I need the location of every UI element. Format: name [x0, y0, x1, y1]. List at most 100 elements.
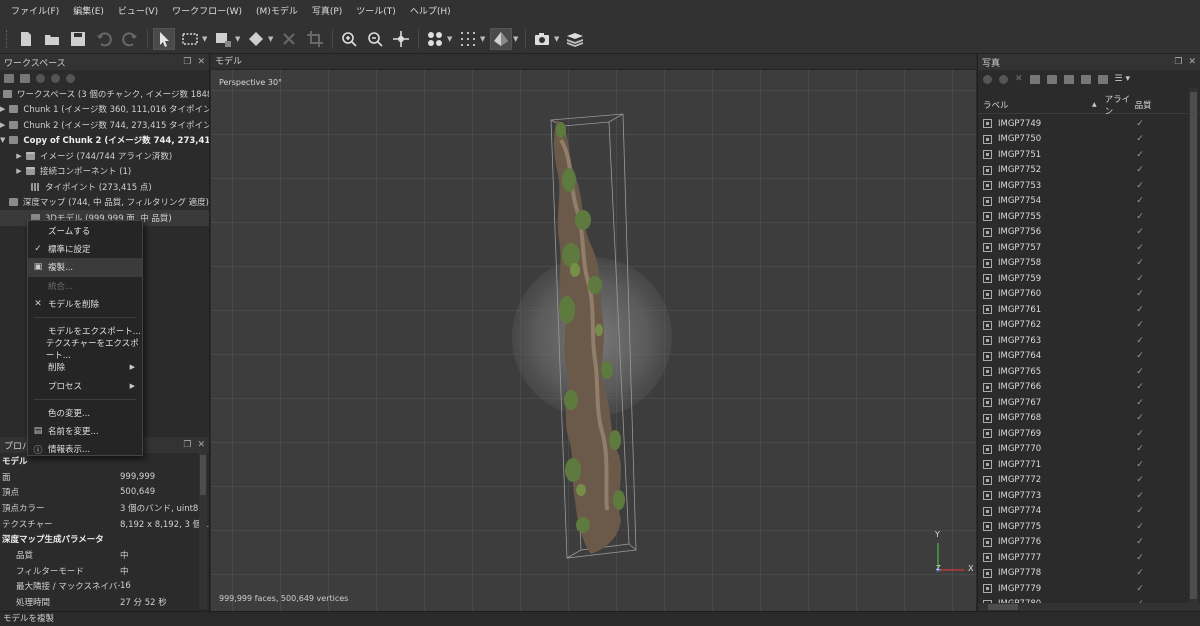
- reset-icon[interactable]: [999, 74, 1008, 84]
- menu-edit[interactable]: 編集(E): [66, 0, 111, 24]
- new-file-icon[interactable]: [15, 28, 37, 50]
- move-icon[interactable]: [390, 28, 412, 50]
- column-align[interactable]: アライン: [1105, 93, 1135, 117]
- menu-help[interactable]: ヘルプ(H): [403, 0, 458, 24]
- rotate-object-icon[interactable]: [245, 28, 267, 50]
- enable-icon[interactable]: [51, 73, 60, 83]
- masks-icon[interactable]: [1080, 74, 1091, 84]
- rotate-right-icon[interactable]: [1046, 74, 1057, 84]
- photo-row[interactable]: IMGP7758 ✓: [978, 256, 1188, 272]
- menu-model[interactable]: (M)モデル: [249, 0, 305, 24]
- remove-items-icon[interactable]: [36, 73, 45, 83]
- photo-row[interactable]: IMGP7752 ✓: [978, 163, 1188, 179]
- photo-row[interactable]: IMGP7750 ✓: [978, 132, 1188, 148]
- float-panel-icon[interactable]: ❐: [183, 440, 191, 450]
- grid-view-icon[interactable]: [1097, 74, 1108, 84]
- zoom-in-icon[interactable]: [338, 28, 360, 50]
- photo-row[interactable]: IMGP7763 ✓: [978, 333, 1188, 349]
- expand-arrow-icon[interactable]: ▶: [0, 121, 5, 129]
- add-chunk-icon[interactable]: [4, 73, 14, 83]
- point-cloud-icon[interactable]: [457, 28, 479, 50]
- photo-row[interactable]: IMGP7762 ✓: [978, 318, 1188, 334]
- disable-icon[interactable]: [66, 73, 75, 83]
- photo-row[interactable]: IMGP7765 ✓: [978, 364, 1188, 380]
- photo-row[interactable]: IMGP7760 ✓: [978, 287, 1188, 303]
- photo-row[interactable]: IMGP7757 ✓: [978, 240, 1188, 256]
- menu-item-duplicate[interactable]: ▣ 複製...: [28, 258, 142, 277]
- resize-region-icon[interactable]: [212, 28, 234, 50]
- photo-row[interactable]: IMGP7759 ✓: [978, 271, 1188, 287]
- menu-item-merge[interactable]: 統合...: [28, 277, 142, 295]
- layers-icon[interactable]: [564, 28, 586, 50]
- tree-item-chunk-2[interactable]: ▶Chunk 2 (イメージ数 744, 273,415 タイポイント) [T]: [0, 117, 209, 133]
- camera-icon[interactable]: [531, 28, 553, 50]
- menu-item-zoom[interactable]: ズームする: [28, 222, 142, 240]
- rectangle-selection-icon[interactable]: [179, 28, 201, 50]
- collapse-arrow-icon[interactable]: ▼: [0, 136, 5, 144]
- tree-item-depth-maps[interactable]: 深度マップ (744, 中 品質, フィルタリング 適度): [0, 195, 209, 211]
- photo-row[interactable]: IMGP7756 ✓: [978, 225, 1188, 241]
- chevron-down-icon[interactable]: ▼: [447, 35, 453, 43]
- photo-row[interactable]: IMGP7769 ✓: [978, 426, 1188, 442]
- photo-row[interactable]: IMGP7771 ✓: [978, 457, 1188, 473]
- tree-item-images[interactable]: ▶ イメージ (744/744 アライン済数): [0, 148, 209, 164]
- photo-row[interactable]: IMGP7776 ✓: [978, 535, 1188, 551]
- tree-item-components[interactable]: ▶ 接続コンポーネント (1): [0, 164, 209, 180]
- expand-arrow-icon[interactable]: ▶: [0, 105, 5, 113]
- navigation-cursor-icon[interactable]: [153, 27, 175, 50]
- menu-item-remove[interactable]: 削除 ▶: [28, 358, 142, 376]
- photo-row[interactable]: IMGP7755 ✓: [978, 209, 1188, 225]
- delete-selection-icon[interactable]: [278, 28, 300, 50]
- photo-row[interactable]: IMGP7764 ✓: [978, 349, 1188, 365]
- show-cameras-icon[interactable]: [424, 28, 446, 50]
- photos-h-scrollbar[interactable]: [978, 603, 1200, 611]
- photo-row[interactable]: IMGP7753 ✓: [978, 178, 1188, 194]
- photo-row[interactable]: IMGP7774 ✓: [978, 504, 1188, 520]
- photo-row[interactable]: IMGP7766 ✓: [978, 380, 1188, 396]
- menu-item-export-texture[interactable]: テクスチャーをエクスポート...: [28, 339, 142, 361]
- open-folder-icon[interactable]: [41, 28, 63, 50]
- chevron-down-icon[interactable]: ▼: [513, 35, 519, 43]
- menu-item-delete-model[interactable]: ✕ モデルを削除: [28, 295, 142, 313]
- menu-item-rename[interactable]: ▤ 名前を変更...: [28, 422, 142, 440]
- save-icon[interactable]: [67, 28, 89, 50]
- list-view-icon[interactable]: ☰ ▾: [1115, 74, 1130, 84]
- toolbar-grip[interactable]: [6, 29, 9, 48]
- expand-arrow-icon[interactable]: ▶: [14, 167, 24, 175]
- photo-row[interactable]: IMGP7767 ✓: [978, 395, 1188, 411]
- chevron-down-icon[interactable]: ▼: [268, 35, 274, 43]
- menu-item-set-default[interactable]: ✓ 標準に設定: [28, 240, 142, 258]
- crop-icon[interactable]: [304, 28, 326, 50]
- menu-photo[interactable]: 写真(P): [305, 0, 349, 24]
- tab-model[interactable]: モデル: [211, 54, 976, 70]
- float-panel-icon[interactable]: ❐: [1174, 57, 1182, 67]
- menu-tools[interactable]: ツール(T): [349, 0, 403, 24]
- tree-item-copy-of-chunk-2[interactable]: ▼Copy of Chunk 2 (イメージ数 744, 273,415 タイポ…: [0, 133, 209, 149]
- properties-scrollbar[interactable]: [199, 453, 207, 609]
- menu-workflow[interactable]: ワークフロー(W): [165, 0, 249, 24]
- model-shaded-icon[interactable]: [490, 27, 512, 50]
- float-panel-icon[interactable]: ❐: [183, 57, 191, 67]
- photo-row[interactable]: IMGP7779 ✓: [978, 581, 1188, 597]
- redo-icon[interactable]: [119, 28, 141, 50]
- close-icon[interactable]: ✕: [197, 57, 205, 67]
- menu-item-process[interactable]: プロセス ▶: [28, 377, 142, 395]
- photo-row[interactable]: IMGP7778 ✓: [978, 566, 1188, 582]
- close-icon[interactable]: ✕: [197, 440, 205, 450]
- undo-icon[interactable]: [93, 28, 115, 50]
- chevron-down-icon[interactable]: ▼: [202, 35, 208, 43]
- close-icon[interactable]: ✕: [1015, 74, 1023, 84]
- model-viewport[interactable]: Perspective 30° Y X Z 999,999 faces, 500…: [211, 70, 976, 611]
- tree-item-workspace[interactable]: ワークスペース (3 個のチャンク, イメージ数 1848): [0, 86, 209, 102]
- zoom-out-icon[interactable]: [364, 28, 386, 50]
- chevron-down-icon[interactable]: ▼: [480, 35, 486, 43]
- photos-scrollbar[interactable]: [1189, 88, 1198, 603]
- rotate-left-icon[interactable]: [1029, 74, 1040, 84]
- column-quality[interactable]: 品質: [1135, 99, 1175, 111]
- photo-row[interactable]: IMGP7751 ✓: [978, 147, 1188, 163]
- add-photos-icon[interactable]: [20, 73, 30, 83]
- photo-row[interactable]: IMGP7749 ✓: [978, 116, 1188, 132]
- chevron-down-icon[interactable]: ▼: [554, 35, 560, 43]
- remove-cameras-icon[interactable]: [983, 74, 992, 84]
- photo-row[interactable]: IMGP7777 ✓: [978, 550, 1188, 566]
